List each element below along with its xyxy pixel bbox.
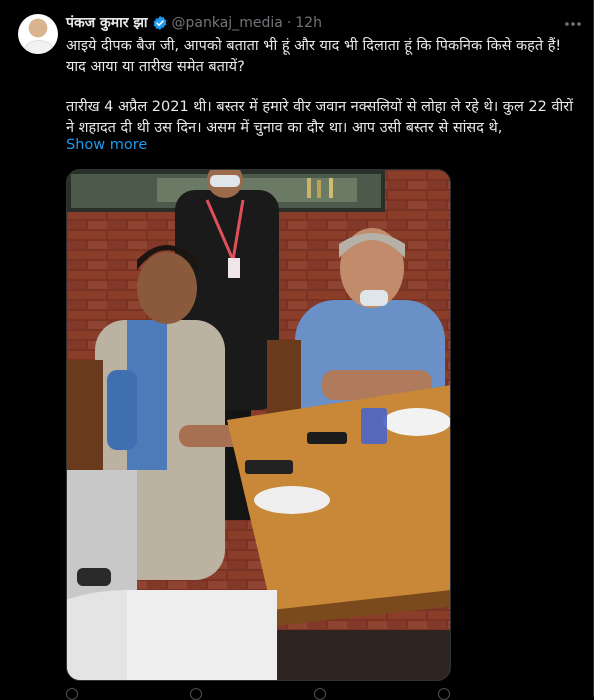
- show-more-link[interactable]: Show more: [66, 137, 147, 153]
- tweet-text-paragraph-1: आइये दीपक बैज जी, आपको बताता भी हूं और य…: [66, 38, 562, 75]
- ellipsis-icon[interactable]: [562, 14, 584, 34]
- tweet-photo[interactable]: [66, 169, 451, 681]
- photo-illustration: [67, 170, 450, 680]
- author-name[interactable]: पंकज कुमार झा: [66, 13, 148, 32]
- tweet-text-paragraph-2: तारीख 4 अप्रैल 2021 थी। बस्तर में हमारे …: [66, 99, 573, 136]
- verified-badge-icon: [153, 15, 166, 30]
- tweet-header: पंकज कुमार झा @pankaj_media · 12h: [66, 13, 322, 32]
- reply-icon[interactable]: [66, 688, 78, 700]
- views-icon[interactable]: [438, 688, 450, 700]
- tweet-card[interactable]: पंकज कुमार झा @pankaj_media · 12h आइये द…: [0, 0, 594, 700]
- avatar-figure: [24, 40, 54, 54]
- like-icon[interactable]: [314, 688, 326, 700]
- tweet-timestamp[interactable]: 12h: [295, 15, 322, 31]
- author-handle[interactable]: @pankaj_media: [172, 15, 283, 31]
- author-avatar[interactable]: [18, 14, 58, 54]
- header-separator: ·: [286, 14, 292, 31]
- tweet-actions: [66, 688, 566, 700]
- retweet-icon[interactable]: [190, 688, 202, 700]
- tweet-text: आइये दीपक बैज जी, आपको बताता भी हूं और य…: [66, 36, 578, 138]
